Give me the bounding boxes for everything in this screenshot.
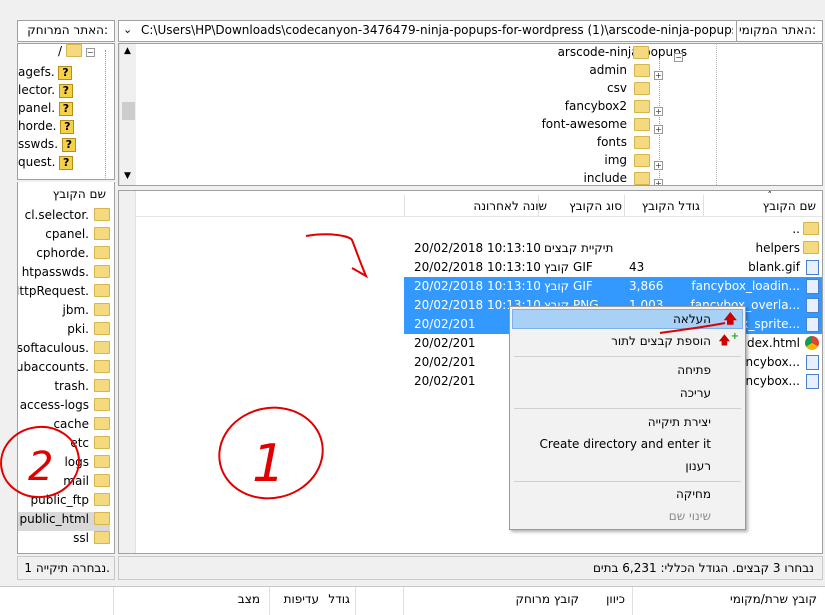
annotation-number-two: 2 <box>28 444 53 490</box>
annotation-number-one: 1 <box>252 434 285 494</box>
annotation-overlay: 1 2 <box>0 233 726 500</box>
annotation-arrow-stroke <box>305 233 369 279</box>
annotation-underline <box>659 322 726 334</box>
